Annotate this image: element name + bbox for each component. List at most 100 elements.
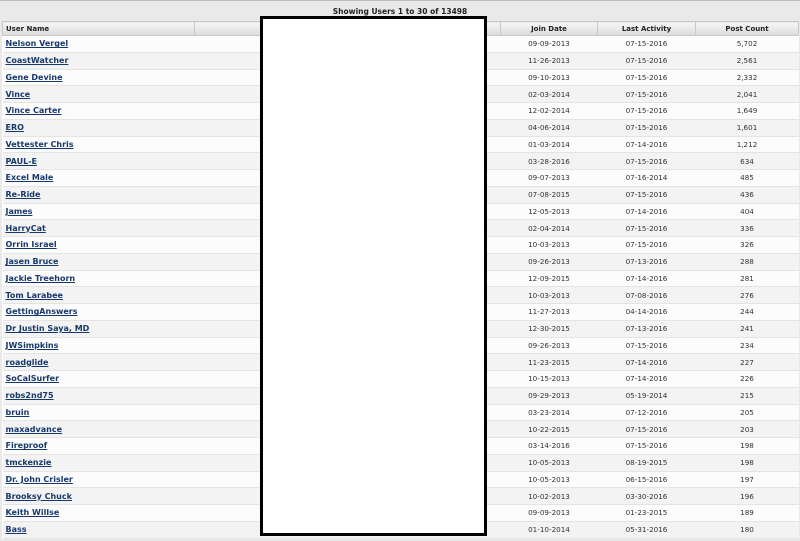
post-count-cell: 2,561 <box>695 52 799 70</box>
user-name-cell: JWSimpkins <box>2 337 195 355</box>
last-activity-cell: 07-13-2016 <box>597 320 696 338</box>
user-profile-link[interactable]: Dr. John Crisler <box>6 475 73 484</box>
user-profile-link[interactable]: CoastWatcher <box>6 56 69 65</box>
last-activity-cell: 07-15-2016 <box>597 420 696 438</box>
user-profile-link[interactable]: Dr Justin Saya, MD <box>6 324 90 333</box>
user-profile-link[interactable]: maxadvance <box>6 425 63 434</box>
last-activity-cell: 07-15-2016 <box>597 52 696 70</box>
user-name-cell: roadglide <box>2 353 195 371</box>
user-profile-link[interactable]: Bass <box>6 525 27 534</box>
user-profile-link[interactable]: bruin <box>6 408 30 417</box>
user-name-cell: Jackie Treehorn <box>2 270 195 288</box>
user-name-cell: bruin <box>2 404 195 422</box>
user-profile-link[interactable]: Vettester Chris <box>6 140 74 149</box>
user-name-cell: Tom Larabee <box>2 286 195 304</box>
post-count-cell: 276 <box>695 286 799 304</box>
user-name-cell: maxadvance <box>2 420 195 438</box>
user-name-cell: ERO <box>2 119 195 137</box>
last-activity-cell: 04-14-2016 <box>597 303 696 321</box>
post-count-cell: 634 <box>695 152 799 170</box>
post-count-cell: 1,649 <box>695 102 799 120</box>
user-profile-link[interactable]: HarryCat <box>6 224 46 233</box>
column-header-last-activity[interactable]: Last Activity <box>597 21 696 36</box>
join-date-cell: 10-05-2013 <box>500 471 598 489</box>
last-activity-cell: 07-15-2016 <box>597 119 696 137</box>
column-header-user-name[interactable]: User Name <box>2 21 195 36</box>
user-profile-link[interactable]: GettingAnswers <box>6 307 78 316</box>
post-count-cell: 196 <box>695 487 799 505</box>
post-count-cell: 281 <box>695 270 799 288</box>
user-profile-link[interactable]: James <box>6 207 33 216</box>
user-name-cell: Vince <box>2 85 195 103</box>
join-date-cell: 03-14-2016 <box>500 437 598 455</box>
redaction-box <box>260 16 487 536</box>
last-activity-cell: 03-30-2016 <box>597 487 696 505</box>
post-count-cell: 2,041 <box>695 85 799 103</box>
user-profile-link[interactable]: Fireproof <box>6 441 48 450</box>
post-count-cell: 288 <box>695 253 799 271</box>
post-count-cell: 2,332 <box>695 69 799 87</box>
user-profile-link[interactable]: Brooksy Chuck <box>6 492 72 501</box>
join-date-cell: 10-22-2015 <box>500 420 598 438</box>
user-profile-link[interactable]: Nelson Vergel <box>6 39 69 48</box>
last-activity-cell: 07-15-2016 <box>597 236 696 254</box>
post-count-cell: 5,702 <box>695 35 799 53</box>
post-count-cell: 234 <box>695 337 799 355</box>
user-name-cell: Orrin Israel <box>2 236 195 254</box>
join-date-cell: 10-02-2013 <box>500 487 598 505</box>
user-profile-link[interactable]: Jasen Bruce <box>6 257 59 266</box>
user-profile-link[interactable]: Tom Larabee <box>6 291 63 300</box>
post-count-cell: 227 <box>695 353 799 371</box>
join-date-cell: 09-26-2013 <box>500 337 598 355</box>
user-profile-link[interactable]: JWSimpkins <box>6 341 59 350</box>
join-date-cell: 10-05-2013 <box>500 454 598 472</box>
user-name-cell: HarryCat <box>2 219 195 237</box>
post-count-cell: 215 <box>695 387 799 405</box>
join-date-cell: 01-10-2014 <box>500 521 598 539</box>
user-profile-link[interactable]: robs2nd75 <box>6 391 54 400</box>
user-profile-link[interactable]: Keith Willse <box>6 508 60 517</box>
user-name-cell: Excel Male <box>2 169 195 187</box>
user-profile-link[interactable]: Orrin Israel <box>6 240 57 249</box>
post-count-cell: 336 <box>695 219 799 237</box>
post-count-cell: 1,212 <box>695 136 799 154</box>
join-date-cell: 02-03-2014 <box>500 85 598 103</box>
user-name-cell: James <box>2 203 195 221</box>
post-count-cell: 189 <box>695 504 799 522</box>
user-profile-link[interactable]: Jackie Treehorn <box>6 274 76 283</box>
column-header-post-count[interactable]: Post Count <box>695 21 799 36</box>
user-profile-link[interactable]: Re-Ride <box>6 190 41 199</box>
last-activity-cell: 05-19-2014 <box>597 387 696 405</box>
user-profile-link[interactable]: Vince <box>6 90 31 99</box>
user-name-cell: SoCalSurfer <box>2 370 195 388</box>
user-name-cell: Dr Justin Saya, MD <box>2 320 195 338</box>
user-name-cell: Vettester Chris <box>2 136 195 154</box>
user-name-cell: Keith Willse <box>2 504 195 522</box>
user-profile-link[interactable]: tmckenzie <box>6 458 52 467</box>
user-name-cell: Nelson Vergel <box>2 35 195 53</box>
last-activity-cell: 07-15-2016 <box>597 152 696 170</box>
post-count-cell: 436 <box>695 186 799 204</box>
post-count-cell: 1,601 <box>695 119 799 137</box>
user-profile-link[interactable]: Excel Male <box>6 173 54 182</box>
user-profile-link[interactable]: roadglide <box>6 358 49 367</box>
user-profile-link[interactable]: Vince Carter <box>6 106 62 115</box>
last-activity-cell: 07-15-2016 <box>597 337 696 355</box>
user-name-cell: Jasen Bruce <box>2 253 195 271</box>
join-date-cell: 03-23-2014 <box>500 404 598 422</box>
join-date-cell: 11-23-2015 <box>500 353 598 371</box>
user-name-cell: Brooksy Chuck <box>2 487 195 505</box>
user-profile-link[interactable]: ERO <box>6 123 24 132</box>
last-activity-cell: 07-13-2016 <box>597 253 696 271</box>
last-activity-cell: 07-08-2016 <box>597 286 696 304</box>
user-profile-link[interactable]: PAUL-E <box>6 157 37 166</box>
join-date-cell: 12-05-2013 <box>500 203 598 221</box>
last-activity-cell: 07-15-2016 <box>597 102 696 120</box>
column-header-join-date[interactable]: Join Date <box>500 21 598 36</box>
last-activity-cell: 07-14-2016 <box>597 370 696 388</box>
join-date-cell: 09-29-2013 <box>500 387 598 405</box>
join-date-cell: 10-03-2013 <box>500 236 598 254</box>
user-profile-link[interactable]: SoCalSurfer <box>6 374 60 383</box>
user-name-cell: Gene Devine <box>2 69 195 87</box>
user-profile-link[interactable]: Gene Devine <box>6 73 63 82</box>
